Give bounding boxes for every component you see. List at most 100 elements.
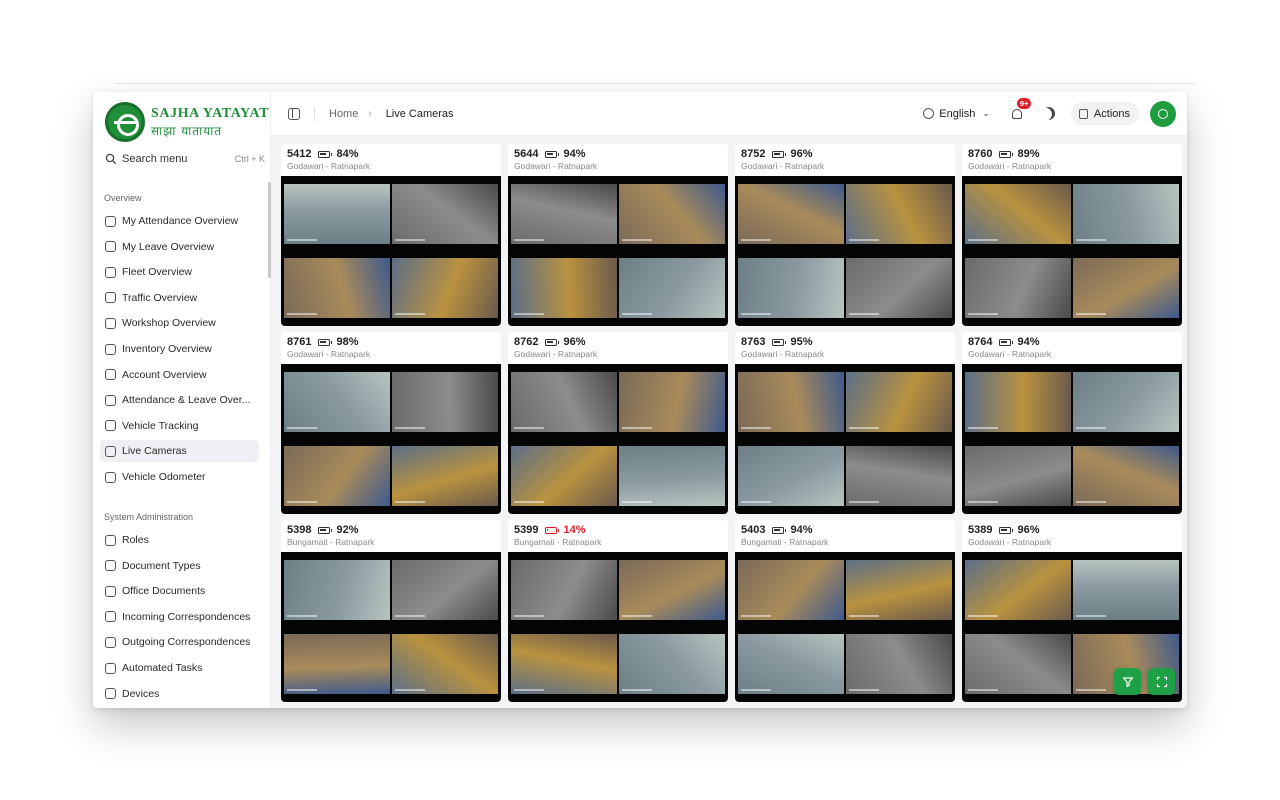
camera-feed-2[interactable] <box>846 372 952 432</box>
search-menu[interactable]: Search menu Ctrl + K <box>105 150 265 168</box>
camera-feed-1[interactable] <box>284 184 390 244</box>
sidebar-item-attendance-leave-over[interactable]: Attendance & Leave Over... <box>100 389 259 411</box>
camera-card[interactable]: 8760 89% Godawari - Ratnapark <box>962 144 1182 326</box>
camera-card[interactable]: 8752 96% Godawari - Ratnapark <box>735 144 955 326</box>
sidebar-item-my-leave-overview[interactable]: My Leave Overview <box>100 236 259 258</box>
dark-mode-toggle-moon-icon[interactable] <box>1040 105 1058 123</box>
camera-card[interactable]: 5398 92% Bungamati - Ratnapark <box>281 520 501 702</box>
camera-feed-4[interactable] <box>619 634 725 694</box>
camera-feed-2[interactable] <box>846 560 952 620</box>
camera-card[interactable]: 5644 94% Godawari - Ratnapark <box>508 144 728 326</box>
notifications-button[interactable]: 9+ <box>1010 97 1032 121</box>
camera-feed-3[interactable] <box>284 446 390 506</box>
camera-feed-4[interactable] <box>1073 258 1179 318</box>
camera-feed-2[interactable] <box>1073 372 1179 432</box>
camera-feed-2[interactable] <box>619 184 725 244</box>
bus-number: 8764 <box>968 336 993 348</box>
sidebar-item-my-attendance-overview[interactable]: My Attendance Overview <box>100 210 259 232</box>
camera-feed-1[interactable] <box>284 372 390 432</box>
camera-feed-1[interactable] <box>965 560 1071 620</box>
sidebar-item-devices[interactable]: Devices <box>100 683 259 705</box>
camera-card[interactable]: 5403 94% Bungamati - Ratnapark <box>735 520 955 702</box>
camera-feed-3[interactable] <box>738 258 844 318</box>
logo-emblem-icon <box>105 102 145 142</box>
camera-card[interactable]: 5399 14% Bungamati - Ratnapark <box>508 520 728 702</box>
camera-feed-1[interactable] <box>511 372 617 432</box>
sidebar-item-outgoing-correspondences[interactable]: Outgoing Correspondences <box>100 631 259 653</box>
actions-button[interactable]: Actions <box>1070 102 1139 125</box>
camera-feed-2[interactable] <box>1073 560 1179 620</box>
battery-icon <box>318 526 333 534</box>
sidebar-item-vehicle-odometer[interactable]: Vehicle Odometer <box>100 466 259 488</box>
camera-card-header: 5412 84% Godawari - Ratnapark <box>281 144 501 176</box>
camera-feed-2[interactable] <box>392 372 498 432</box>
camera-feed-4[interactable] <box>392 258 498 318</box>
camera-feed-3[interactable] <box>511 634 617 694</box>
camera-feed-2[interactable] <box>392 184 498 244</box>
camera-feed-3[interactable] <box>965 446 1071 506</box>
sidebar-item-office-documents[interactable]: Office Documents <box>100 580 259 602</box>
camera-feed-4[interactable] <box>1073 446 1179 506</box>
camera-card[interactable]: 5412 84% Godawari - Ratnapark <box>281 144 501 326</box>
camera-feed-1[interactable] <box>511 560 617 620</box>
camera-feed-1[interactable] <box>284 560 390 620</box>
camera-feed-3[interactable] <box>511 446 617 506</box>
filter-button[interactable] <box>1114 668 1141 695</box>
sidebar-item-vehicle-tracking[interactable]: Vehicle Tracking <box>100 415 259 437</box>
camera-card[interactable]: 8764 94% Godawari - Ratnapark <box>962 332 1182 514</box>
camera-feed-4[interactable] <box>619 258 725 318</box>
camera-feed-1[interactable] <box>511 184 617 244</box>
camera-feed-1[interactable] <box>738 560 844 620</box>
camera-feed-2[interactable] <box>1073 184 1179 244</box>
language-selector[interactable]: English ⌄ <box>923 108 990 120</box>
battery-level: 94% <box>563 148 586 160</box>
camera-card[interactable]: 8762 96% Godawari - Ratnapark <box>508 332 728 514</box>
breadcrumb-home[interactable]: Home <box>329 108 358 120</box>
bus-number: 8763 <box>741 336 766 348</box>
camera-feed-3[interactable] <box>965 634 1071 694</box>
fullscreen-button[interactable] <box>1148 668 1175 695</box>
battery-icon <box>318 338 333 346</box>
sidebar-item-automated-tasks[interactable]: Automated Tasks <box>100 657 259 679</box>
camera-card[interactable]: 8763 95% Godawari - Ratnapark <box>735 332 955 514</box>
sidebar-item-incoming-correspondences[interactable]: Incoming Correspondences <box>100 606 259 628</box>
sidebar-item-label: Inventory Overview <box>122 343 212 355</box>
camera-feed-1[interactable] <box>965 372 1071 432</box>
camera-feed-4[interactable] <box>619 446 725 506</box>
sidebar-item-fleet-overview[interactable]: Fleet Overview <box>100 261 259 283</box>
sidebar-item-workshop-overview[interactable]: Workshop Overview <box>100 312 259 334</box>
camera-card-header: 8762 96% Godawari - Ratnapark <box>508 332 728 364</box>
camera-feed-1[interactable] <box>965 184 1071 244</box>
camera-feed-3[interactable] <box>284 634 390 694</box>
camera-feed-4[interactable] <box>392 634 498 694</box>
user-avatar[interactable] <box>1150 100 1176 127</box>
sidebar-toggle-icon[interactable] <box>288 107 300 120</box>
sidebar-item-document-types[interactable]: Document Types <box>100 555 259 577</box>
camera-feed-2[interactable] <box>392 560 498 620</box>
sidebar-item-traffic-overview[interactable]: Traffic Overview <box>100 287 259 309</box>
camera-feed-1[interactable] <box>738 184 844 244</box>
camera-feed-3[interactable] <box>511 258 617 318</box>
camera-feed-panel <box>962 364 1182 514</box>
camera-feed-2[interactable] <box>619 560 725 620</box>
sidebar-item-roles[interactable]: Roles <box>100 529 259 551</box>
camera-feed-2[interactable] <box>846 184 952 244</box>
sidebar-scrollbar[interactable] <box>268 182 271 278</box>
camera-feed-4[interactable] <box>846 258 952 318</box>
camera-feed-1[interactable] <box>738 372 844 432</box>
sidebar-item-live-cameras[interactable]: Live Cameras <box>100 440 259 463</box>
camera-feed-4[interactable] <box>392 446 498 506</box>
camera-feed-4[interactable] <box>846 634 952 694</box>
camera-feed-4[interactable] <box>846 446 952 506</box>
app-window: SAJHA YATAYAT साझा यातायात Search menu C… <box>93 92 1187 708</box>
brand-logo[interactable]: SAJHA YATAYAT साझा यातायात <box>105 102 269 142</box>
camera-feed-3[interactable] <box>284 258 390 318</box>
camera-feed-3[interactable] <box>965 258 1071 318</box>
sidebar-item-inventory-overview[interactable]: Inventory Overview <box>100 338 259 360</box>
camera-feed-3[interactable] <box>738 634 844 694</box>
camera-card[interactable]: 8761 98% Godawari - Ratnapark <box>281 332 501 514</box>
camera-feed-2[interactable] <box>619 372 725 432</box>
sidebar-item-account-overview[interactable]: Account Overview <box>100 364 259 386</box>
camera-feed-3[interactable] <box>738 446 844 506</box>
camera-card-header: 5403 94% Bungamati - Ratnapark <box>735 520 955 552</box>
